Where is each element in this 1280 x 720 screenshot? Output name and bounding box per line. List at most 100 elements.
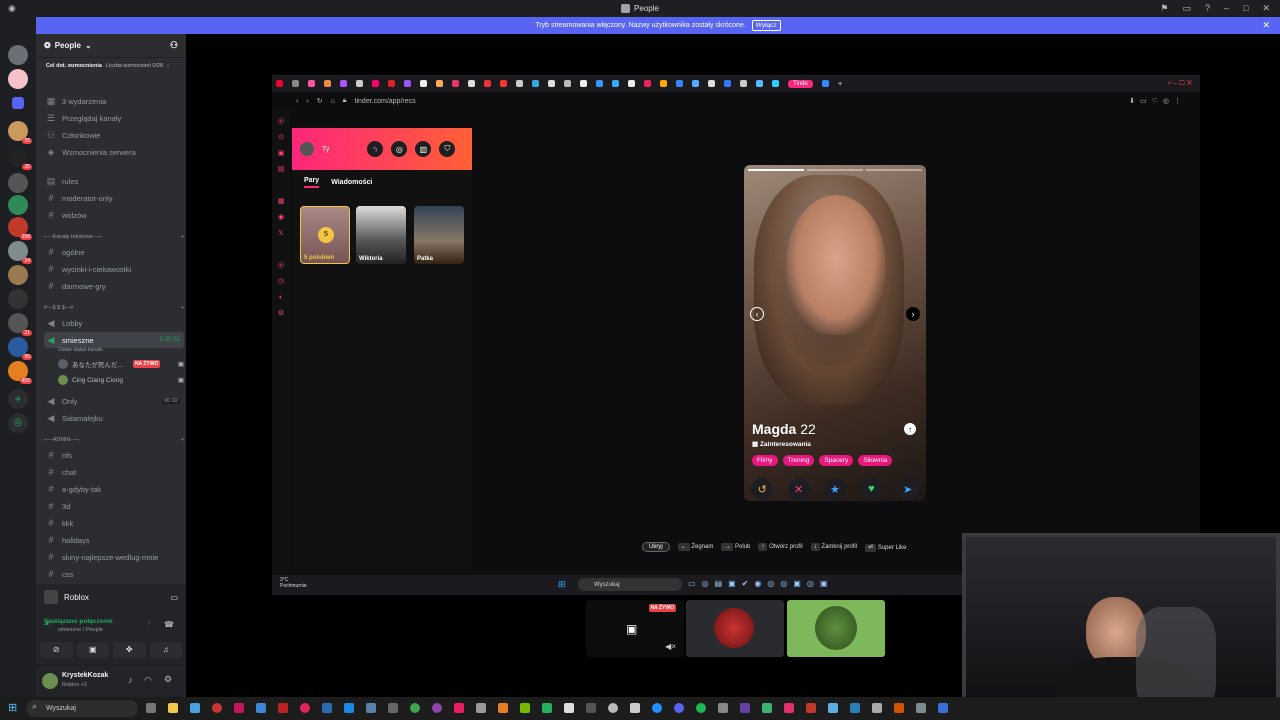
channel-widzow[interactable]: # widzów xyxy=(44,207,184,223)
discord-icon[interactable] xyxy=(674,703,684,713)
tab-icon[interactable] xyxy=(708,80,715,87)
taskbar-app-icon[interactable] xyxy=(828,703,838,713)
events-item[interactable]: ▦ 3 wydarzenia xyxy=(44,93,184,109)
channel-3d[interactable]: #3d xyxy=(44,498,184,514)
tab-icon[interactable] xyxy=(436,80,443,87)
voice-user[interactable]: あなたが死んだ... NA ŻYWO ▣ xyxy=(58,357,184,371)
server-icon[interactable] xyxy=(8,195,28,215)
stream-search-box[interactable]: Wyszukaj xyxy=(578,578,682,591)
server-header[interactable]: ❂ People ⌄ ⚇ xyxy=(36,34,186,58)
taskbar-app-icon[interactable] xyxy=(916,703,926,713)
soundboard-button[interactable]: ♫ xyxy=(149,642,182,658)
back-icon[interactable]: ‹ xyxy=(296,98,298,105)
taskbar-app-icon[interactable] xyxy=(762,703,772,713)
activity-icon[interactable]: ▭ xyxy=(170,593,178,602)
tab-icon[interactable] xyxy=(516,80,523,87)
explore-icon[interactable]: ◎ xyxy=(8,413,28,433)
taskbar-app-icon[interactable] xyxy=(498,703,508,713)
new-tab-icon[interactable]: + xyxy=(838,79,843,88)
camera-button[interactable]: ⊘ xyxy=(40,642,73,658)
participant-tile[interactable] xyxy=(787,600,885,657)
headphones-icon[interactable]: ◠ xyxy=(144,675,152,686)
server-icon[interactable] xyxy=(8,173,28,193)
disable-streamer-mode-button[interactable]: Wyłącz xyxy=(751,20,781,31)
steam-icon[interactable] xyxy=(366,703,376,713)
open-profile-icon[interactable]: ↑ xyxy=(904,423,916,435)
hide-hints-button[interactable]: Ukryj xyxy=(642,542,670,552)
channel-chat[interactable]: # chat xyxy=(44,464,184,480)
tab-icon[interactable] xyxy=(356,80,363,87)
category-admin[interactable]: ⌐---ADMIN---¬ + xyxy=(44,437,184,443)
server-icon[interactable] xyxy=(12,97,24,109)
taskbar-app-icon[interactable] xyxy=(234,703,244,713)
channel-css[interactable]: # css xyxy=(44,566,184,582)
tab-icon[interactable] xyxy=(580,80,587,87)
taskbar-app-icon[interactable] xyxy=(872,703,882,713)
taskbar-app-icon[interactable] xyxy=(476,703,486,713)
taskbar-app-icon[interactable] xyxy=(542,703,552,713)
sidebar-app-icons[interactable]: ◎ ⊙ ▣ ▤ ▦ ◉ 𝕏 ◎ ◷ ◐ ⚙ xyxy=(272,114,290,322)
taskbar-app-icon[interactable] xyxy=(850,703,860,713)
invite-icon[interactable]: ⚇ xyxy=(170,40,178,51)
members-item[interactable]: ⚇ Członkowie xyxy=(44,127,184,143)
taskbar-app-icon[interactable] xyxy=(652,703,662,713)
next-photo-icon[interactable]: › xyxy=(906,307,920,321)
channel-darmowe-gry[interactable]: # darmowe-gry xyxy=(44,278,184,294)
add-channel-icon[interactable]: + xyxy=(181,234,184,240)
maximize-button[interactable]: □ xyxy=(1243,3,1248,14)
channel-kkk[interactable]: # kkk xyxy=(44,515,184,531)
tab-icon[interactable] xyxy=(324,80,331,87)
channel-moderator-only[interactable]: # moderator-only xyxy=(44,190,184,206)
channel-wycinki[interactable]: # wycinki-i-ciekawostki xyxy=(44,261,184,277)
add-server-icon[interactable]: + xyxy=(8,389,28,409)
tab-icon[interactable] xyxy=(292,80,299,87)
browse-channels-item[interactable]: ☰ Przeglądaj kanały xyxy=(44,110,184,126)
taskbar-app-icon[interactable] xyxy=(806,703,816,713)
taskbar-app-icon[interactable] xyxy=(454,703,464,713)
screen-share-button[interactable]: ▣ xyxy=(76,642,109,658)
tab-icon[interactable] xyxy=(692,80,699,87)
super-like-button[interactable]: ★ xyxy=(823,478,846,500)
taskbar-app-icon[interactable] xyxy=(322,703,332,713)
server-icon[interactable]: 21 xyxy=(8,313,32,336)
explore-icon[interactable]: ◎ xyxy=(391,141,408,157)
noise-suppression-icon[interactable]: ⫶ xyxy=(148,620,150,630)
tab-icon[interactable] xyxy=(821,80,829,87)
tab-icon[interactable] xyxy=(452,80,459,87)
channel-a-gdyby-tak[interactable]: # a-gdyby-tak xyxy=(44,481,184,497)
taskbar-app-icon[interactable] xyxy=(212,703,222,713)
previous-photo-icon[interactable]: ‹ xyxy=(750,307,764,321)
server-icon[interactable]: 405 xyxy=(8,361,32,384)
tab-icon[interactable] xyxy=(644,80,651,87)
taskbar-app-icon[interactable] xyxy=(300,703,310,713)
tab-icon[interactable] xyxy=(628,80,635,87)
taskbar-app-icon[interactable] xyxy=(718,703,728,713)
tab-icon[interactable] xyxy=(548,80,555,87)
tab-icon[interactable] xyxy=(772,80,779,87)
tab-icon[interactable] xyxy=(676,80,683,87)
profile-card[interactable]: ‹ › Magda 22 ▦ Zainteresowania Filmy Tre… xyxy=(744,165,926,501)
reload-icon[interactable]: ↻ xyxy=(317,97,323,105)
tab-icon[interactable] xyxy=(372,80,379,87)
server-icon[interactable]: 25 xyxy=(8,121,32,144)
volume-icon[interactable]: ◀× xyxy=(665,642,676,651)
server-icon[interactable] xyxy=(8,289,28,309)
forward-icon[interactable]: › xyxy=(306,98,308,105)
taskbar-app-icon[interactable] xyxy=(608,703,618,713)
connection-location[interactable]: smieszne / People xyxy=(58,627,103,633)
like-button[interactable]: ♥ xyxy=(860,478,883,500)
tab-icon[interactable] xyxy=(564,80,571,87)
channel-skiny[interactable]: # skiny-najlepsze-wedlug-mnie xyxy=(44,549,184,565)
server-icon[interactable] xyxy=(8,69,28,89)
participant-tile[interactable] xyxy=(686,600,784,657)
match-card[interactable]: Wiktoria xyxy=(356,206,406,264)
server-icon[interactable]: 298 xyxy=(8,217,32,240)
windows-start-icon[interactable]: ⊞ xyxy=(8,701,17,714)
server-icon[interactable]: 24 xyxy=(8,241,32,264)
taskbar-app-icon[interactable] xyxy=(938,703,948,713)
stream-taskbar-icons[interactable]: ▭◎▤▣✔◉◎◎▣◎▣ xyxy=(688,579,833,588)
voice-user[interactable]: Cing Ciang Ciong ▣ xyxy=(58,373,184,387)
tab-icon[interactable] xyxy=(276,80,283,87)
tab-icon[interactable] xyxy=(724,80,731,87)
taskbar-app-icon[interactable] xyxy=(894,703,904,713)
